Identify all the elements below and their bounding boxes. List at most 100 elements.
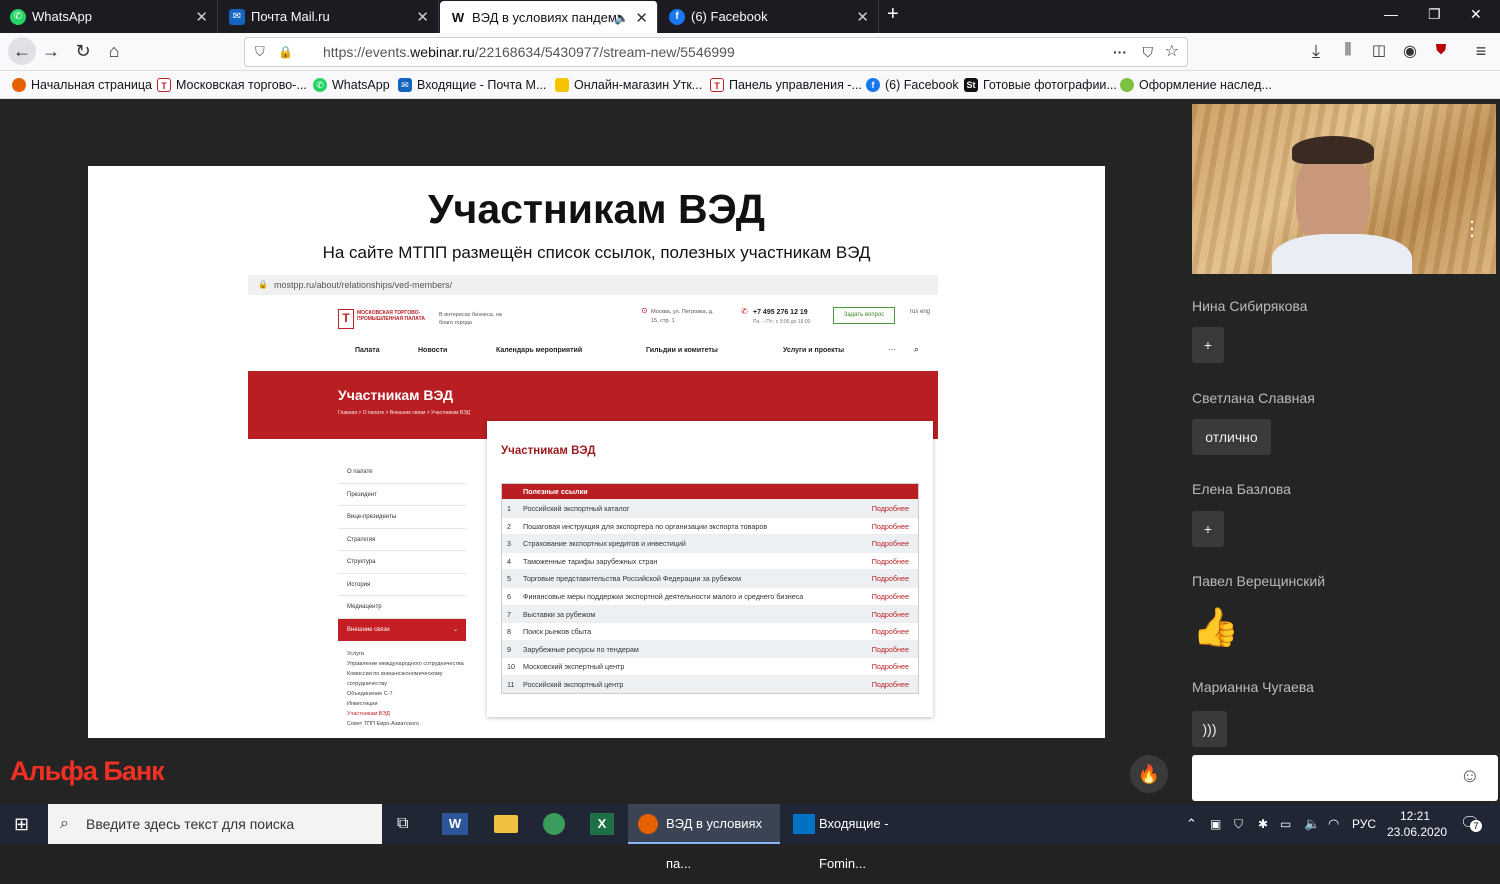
- home-button[interactable]: ⌂: [103, 41, 125, 62]
- search-icon[interactable]: ⌕: [914, 344, 919, 355]
- site-menu-more[interactable]: ···: [888, 345, 896, 354]
- library-icon[interactable]: ⫼: [1337, 41, 1359, 58]
- site-menu-item[interactable]: Новости: [418, 347, 447, 354]
- close-tab-icon[interactable]: ✕: [416, 8, 429, 26]
- tab-mail[interactable]: ✉ Почта Mail.ru ✕: [219, 0, 439, 33]
- details-link[interactable]: Подробнее: [872, 641, 909, 659]
- close-tab-icon[interactable]: ✕: [635, 9, 648, 27]
- sidebar-subitem[interactable]: Совет ТПП Евро-Азиатского: [338, 719, 466, 729]
- speaker-icon[interactable]: 🔈: [614, 11, 629, 25]
- volume-icon[interactable]: 🔈: [1304, 804, 1320, 844]
- ask-question-button[interactable]: Задать вопрос: [833, 307, 895, 324]
- sidebar-item[interactable]: О палате: [338, 461, 466, 484]
- taskbar-firefox[interactable]: ВЭД в условиях па...: [628, 804, 780, 871]
- sidebar-subitem-active[interactable]: Участникам ВЭД: [338, 709, 466, 719]
- wifi-icon[interactable]: ◠: [1328, 804, 1339, 844]
- details-link[interactable]: Подробнее: [872, 500, 909, 518]
- bookmark-item[interactable]: ✉ Входящие - Почта М...: [398, 78, 546, 92]
- nav-bar: ← → ↻ ⌂ ⛉ 🔒 https://events.webinar.ru/22…: [0, 33, 1500, 71]
- sidebar-subitem[interactable]: Управление международного сотрудничества: [338, 659, 466, 669]
- sidebar-subitem[interactable]: Инвестиции: [338, 699, 466, 709]
- reload-button[interactable]: ↻: [72, 41, 94, 62]
- more-options-icon[interactable]: ⋮: [1462, 219, 1482, 239]
- clock[interactable]: 12:21 23.06.2020: [1387, 804, 1447, 844]
- tab-webinar[interactable]: W ВЭД в условиях пандемии 🔈 ✕: [440, 1, 658, 34]
- maximize-button[interactable]: ❐: [1428, 6, 1441, 23]
- minimize-button[interactable]: —: [1384, 6, 1398, 22]
- close-tab-icon[interactable]: ✕: [856, 8, 869, 26]
- back-button[interactable]: ←: [8, 37, 36, 65]
- windows-start-icon[interactable]: ⊞: [14, 804, 29, 844]
- bookmark-item[interactable]: Начальная страница: [12, 78, 152, 92]
- sidebar-item[interactable]: Президент: [338, 484, 466, 506]
- sidebar-item[interactable]: История: [338, 574, 466, 596]
- bookmark-item[interactable]: ✆ WhatsApp: [313, 78, 390, 92]
- sidebar-item[interactable]: Стратегия: [338, 529, 466, 551]
- task-view-icon[interactable]: ⧉: [397, 804, 408, 844]
- chevron-up-icon[interactable]: ⌃: [1186, 804, 1197, 844]
- bluetooth-icon[interactable]: ✱: [1258, 804, 1268, 844]
- page-actions-icon[interactable]: ···: [1113, 38, 1127, 66]
- close-tab-icon[interactable]: ✕: [195, 8, 208, 26]
- chrome-like-icon[interactable]: [543, 813, 565, 835]
- url-bar[interactable]: ⛉ 🔒 https://events.webinar.ru/22168634/5…: [244, 37, 1188, 67]
- bookmark-item[interactable]: St Готовые фотографии...: [964, 78, 1117, 92]
- notifications-icon[interactable]: 🗨7: [1460, 804, 1482, 844]
- chat-message: +: [1192, 327, 1224, 363]
- site-menu-item[interactable]: Услуги и проекты: [783, 347, 844, 354]
- battery-icon[interactable]: ▭: [1280, 804, 1291, 844]
- sidebar-item[interactable]: Структура: [338, 551, 466, 574]
- chat-author: Павел Верещинский: [1192, 573, 1326, 589]
- language-indicator[interactable]: РУС: [1352, 804, 1376, 844]
- menu-icon[interactable]: ≡: [1470, 41, 1492, 62]
- sidebar-item[interactable]: Медиацентр: [338, 596, 466, 619]
- details-link[interactable]: Подробнее: [872, 606, 909, 624]
- sidebar-item-active[interactable]: Внешние связи ⌄: [338, 618, 466, 641]
- site-menu-item[interactable]: Календарь мероприятий: [496, 347, 582, 354]
- flame-icon[interactable]: 🔥: [1130, 755, 1168, 793]
- bookmark-item[interactable]: Оформление наслед...: [1120, 78, 1272, 92]
- row-number: 9: [507, 644, 511, 654]
- shield-icon[interactable]: ⛉: [1234, 804, 1243, 844]
- ublock-icon[interactable]: ⛊: [1430, 41, 1452, 58]
- sidebar-subitem[interactable]: Объединение С-7: [338, 689, 466, 699]
- chat-input[interactable]: ☺: [1192, 755, 1498, 801]
- pocket-icon[interactable]: ⛉: [1143, 38, 1154, 66]
- bookmark-item[interactable]: T Московская торгово-...: [157, 78, 307, 92]
- file-explorer-icon[interactable]: [494, 815, 518, 833]
- sidebar-subitem[interactable]: Услуги: [338, 649, 466, 659]
- account-icon[interactable]: ◉: [1399, 41, 1421, 61]
- word-icon[interactable]: W: [442, 813, 468, 835]
- taskbar-outlook[interactable]: Входящие - Fomin...: [785, 804, 937, 871]
- details-link[interactable]: Подробнее: [872, 623, 909, 641]
- details-link[interactable]: Подробнее: [872, 535, 909, 553]
- sidebar-item[interactable]: Вице-президенты: [338, 506, 466, 529]
- site-menu-item[interactable]: Палата: [355, 347, 380, 354]
- tab-whatsapp[interactable]: ✆ WhatsApp ✕: [0, 0, 218, 33]
- tray-icon[interactable]: ▣: [1210, 804, 1221, 844]
- details-link[interactable]: Подробнее: [872, 588, 909, 606]
- forward-button[interactable]: →: [40, 41, 62, 62]
- details-link[interactable]: Подробнее: [872, 676, 909, 694]
- downloads-icon[interactable]: ⤓: [1305, 41, 1327, 62]
- chat-message: ))): [1192, 711, 1227, 747]
- sidebar-icon[interactable]: ◫: [1368, 41, 1390, 59]
- details-link[interactable]: Подробнее: [872, 518, 909, 536]
- excel-icon[interactable]: X: [590, 813, 614, 835]
- bookmark-item[interactable]: T Панель управления -...: [710, 78, 862, 92]
- sidebar-subitem[interactable]: Комиссии по внешнеэкономическому сотрудн…: [338, 669, 466, 689]
- taskbar-search[interactable]: ⌕ Введите здесь текст для поиска: [48, 804, 382, 844]
- site-address: 🔒 mostpp.ru/about/relationships/ved-membe…: [248, 275, 938, 295]
- close-window-button[interactable]: ✕: [1470, 6, 1482, 23]
- details-link[interactable]: Подробнее: [872, 658, 909, 676]
- emoji-icon[interactable]: ☺: [1460, 765, 1480, 788]
- bookmark-item[interactable]: f (6) Facebook: [866, 78, 959, 92]
- bookmark-star-icon[interactable]: ☆: [1165, 38, 1179, 66]
- language-switch[interactable]: rus eng: [910, 309, 930, 315]
- details-link[interactable]: Подробнее: [872, 553, 909, 571]
- details-link[interactable]: Подробнее: [872, 570, 909, 588]
- bookmark-item[interactable]: Онлайн-магазин Утк...: [555, 78, 702, 92]
- new-tab-button[interactable]: +: [887, 3, 899, 26]
- site-menu-item[interactable]: Гильдии и комитеты: [646, 347, 718, 354]
- tab-facebook[interactable]: f (6) Facebook ✕: [659, 0, 879, 33]
